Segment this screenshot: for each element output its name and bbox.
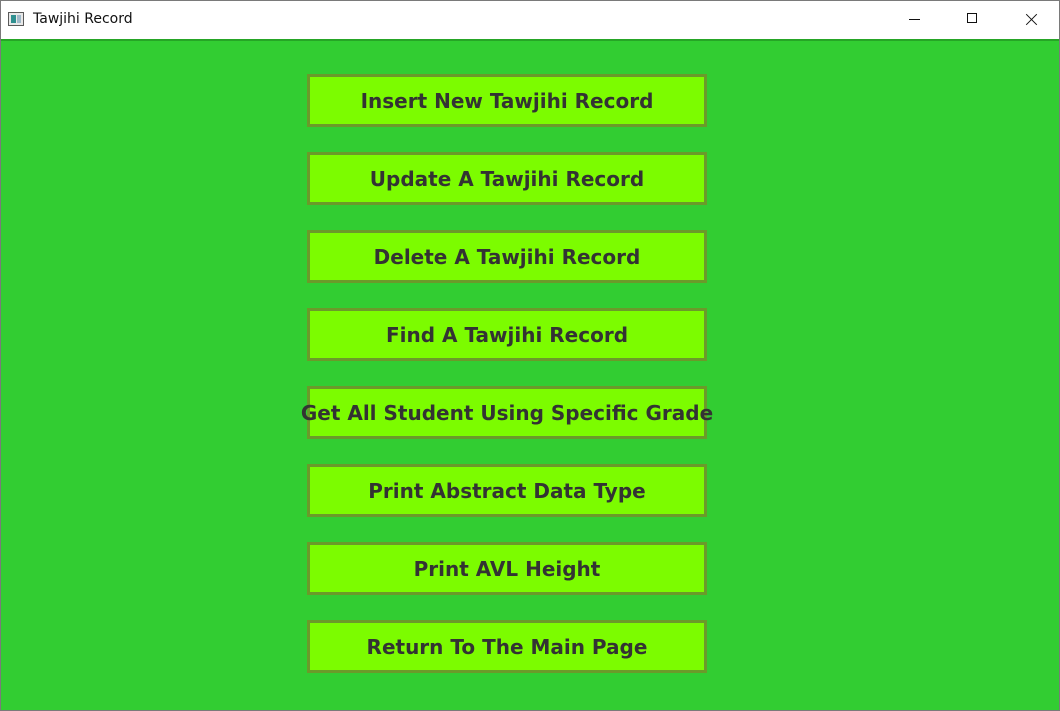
return-main-page-button[interactable]: Return To The Main Page	[307, 620, 707, 673]
menu-panel: Insert New Tawjihi Record Update A Tawji…	[1, 39, 1059, 710]
insert-record-button[interactable]: Insert New Tawjihi Record	[307, 74, 707, 127]
delete-record-button[interactable]: Delete A Tawjihi Record	[307, 230, 707, 283]
app-window-icon	[8, 12, 24, 26]
print-adt-button[interactable]: Print Abstract Data Type	[307, 464, 707, 517]
update-record-button[interactable]: Update A Tawjihi Record	[307, 152, 707, 205]
window-title: Tawjihi Record	[33, 11, 133, 27]
maximize-button[interactable]	[943, 1, 1001, 39]
print-avl-height-button[interactable]: Print AVL Height	[307, 542, 707, 595]
students-by-grade-button[interactable]: Get All Student Using Specific Grade	[301, 386, 713, 439]
find-record-button[interactable]: Find A Tawjihi Record	[307, 308, 707, 361]
app-window: Tawjihi Record Insert New Tawjihi Record…	[0, 0, 1060, 711]
minimize-button[interactable]	[885, 1, 943, 39]
close-button[interactable]	[1001, 1, 1059, 39]
title-bar[interactable]: Tawjihi Record	[1, 1, 1059, 39]
